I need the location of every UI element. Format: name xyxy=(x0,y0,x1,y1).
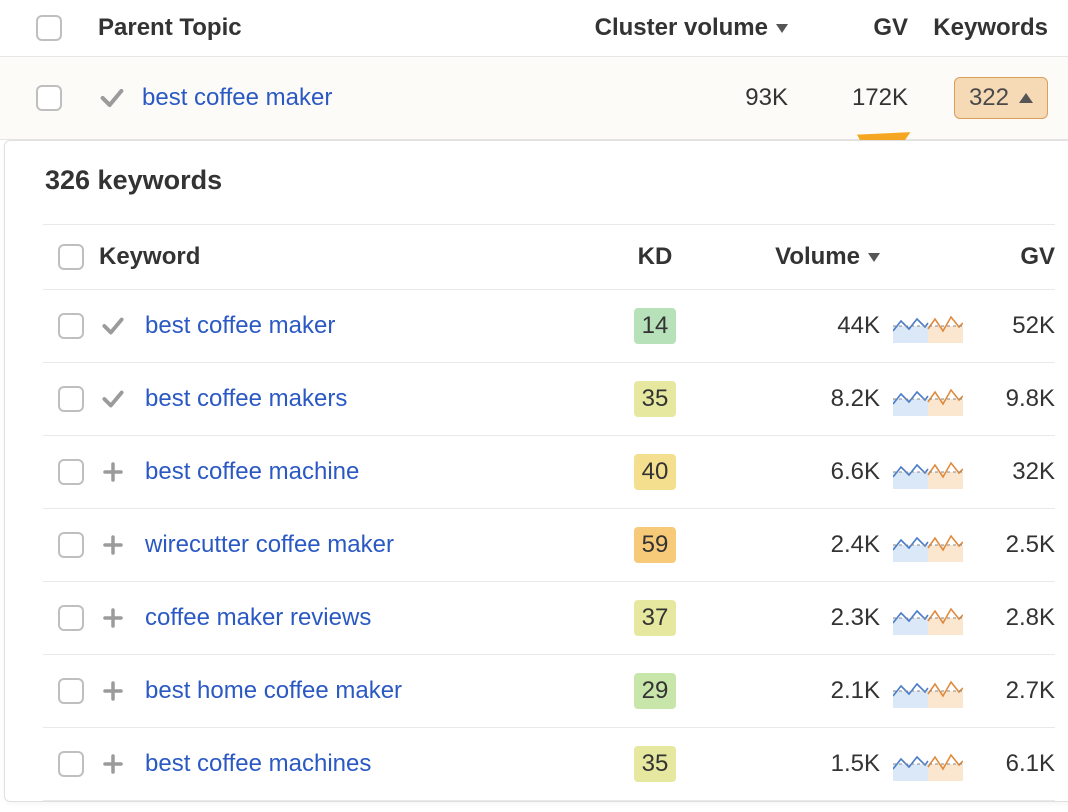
keyword-link[interactable]: best coffee maker xyxy=(145,312,335,340)
gv-value: 172K xyxy=(788,84,908,112)
volume-value: 2.4K xyxy=(700,531,880,559)
plus-icon[interactable] xyxy=(99,458,127,486)
parent-table-header: Parent Topic Cluster volume GV Keywords xyxy=(0,0,1068,57)
table-row: wirecutter coffee maker 59 2.4K 2.5K xyxy=(43,509,1055,582)
plus-icon[interactable] xyxy=(99,677,127,705)
cluster-volume-value: 93K xyxy=(568,84,788,112)
gv-value: 32K xyxy=(975,458,1055,486)
volume-value: 8.2K xyxy=(700,385,880,413)
col-volume-label: Volume xyxy=(775,243,860,270)
trend-sparkline xyxy=(880,747,975,781)
gv-value: 6.1K xyxy=(975,750,1055,778)
trend-sparkline xyxy=(880,455,975,489)
col-keyword[interactable]: Keyword xyxy=(99,243,610,271)
table-row: best coffee maker 14 44K 52K xyxy=(43,289,1055,363)
table-row: best coffee machine 40 6.6K 32K xyxy=(43,436,1055,509)
trend-sparkline xyxy=(880,528,975,562)
col-parent-topic[interactable]: Parent Topic xyxy=(98,14,568,42)
table-row: coffee maker reviews 37 2.3K 2.8K xyxy=(43,582,1055,655)
parent-topic-row: best coffee maker 93K 172K 322 xyxy=(0,57,1068,140)
keyword-link[interactable]: best coffee machines xyxy=(145,750,371,778)
trend-sparkline xyxy=(880,309,975,343)
panel-title: 326 keywords xyxy=(5,141,1068,224)
col-cluster-volume-label: Cluster volume xyxy=(595,14,768,41)
keyword-link[interactable]: wirecutter coffee maker xyxy=(145,531,394,559)
kd-badge: 37 xyxy=(634,600,676,636)
kd-badge: 40 xyxy=(634,454,676,490)
gv-value: 2.5K xyxy=(975,531,1055,559)
caret-up-icon xyxy=(1019,93,1033,103)
trend-sparkline xyxy=(880,382,975,416)
trend-sparkline xyxy=(880,601,975,635)
plus-icon[interactable] xyxy=(99,531,127,559)
table-row: best coffee makers 35 8.2K 9.8K xyxy=(43,363,1055,436)
plus-icon[interactable] xyxy=(99,750,127,778)
inner-table-header: Keyword KD Volume GV xyxy=(43,224,1055,289)
keyword-link[interactable]: best coffee machine xyxy=(145,458,359,486)
col-keywords[interactable]: Keywords xyxy=(908,14,1068,42)
parent-topic-link[interactable]: best coffee maker xyxy=(142,84,332,112)
row-checkbox[interactable] xyxy=(58,459,84,485)
check-icon xyxy=(99,312,127,340)
gv-value: 52K xyxy=(975,312,1055,340)
volume-value: 2.1K xyxy=(700,677,880,705)
inner-select-all-checkbox[interactable] xyxy=(58,244,84,270)
keywords-panel: 326 keywords Keyword KD Volume GV best c… xyxy=(4,140,1068,802)
row-checkbox[interactable] xyxy=(58,532,84,558)
sort-desc-icon xyxy=(776,24,788,33)
volume-value: 44K xyxy=(700,312,880,340)
col-cluster-volume[interactable]: Cluster volume xyxy=(568,14,788,42)
sort-desc-icon xyxy=(868,253,880,262)
row-checkbox[interactable] xyxy=(58,605,84,631)
col-gv-inner[interactable]: GV xyxy=(975,243,1055,271)
gv-value: 2.8K xyxy=(975,604,1055,632)
volume-value: 6.6K xyxy=(700,458,880,486)
table-row: best coffee machines 35 1.5K 6.1K xyxy=(43,728,1055,801)
row-checkbox[interactable] xyxy=(58,678,84,704)
col-gv[interactable]: GV xyxy=(788,14,908,42)
gv-value: 2.7K xyxy=(975,677,1055,705)
row-checkbox[interactable] xyxy=(58,751,84,777)
row-checkbox[interactable] xyxy=(58,313,84,339)
col-kd[interactable]: KD xyxy=(610,243,700,271)
row-checkbox[interactable] xyxy=(58,386,84,412)
kd-badge: 35 xyxy=(634,381,676,417)
volume-value: 1.5K xyxy=(700,750,880,778)
keyword-link[interactable]: coffee maker reviews xyxy=(145,604,371,632)
parent-select-all-checkbox[interactable] xyxy=(36,15,62,41)
gv-value: 9.8K xyxy=(975,385,1055,413)
row-checkbox[interactable] xyxy=(36,85,62,111)
kd-badge: 59 xyxy=(634,527,676,563)
kd-badge: 35 xyxy=(634,746,676,782)
table-row: best home coffee maker 29 2.1K 2.7K xyxy=(43,655,1055,728)
check-icon xyxy=(99,385,127,413)
check-icon xyxy=(98,84,126,112)
plus-icon[interactable] xyxy=(99,604,127,632)
trend-sparkline xyxy=(880,674,975,708)
kd-badge: 29 xyxy=(634,673,676,709)
keywords-count: 322 xyxy=(969,84,1009,112)
keyword-link[interactable]: best coffee makers xyxy=(145,385,347,413)
volume-value: 2.3K xyxy=(700,604,880,632)
keyword-link[interactable]: best home coffee maker xyxy=(145,677,402,705)
kd-badge: 14 xyxy=(634,308,676,344)
col-volume[interactable]: Volume xyxy=(700,243,880,271)
keywords-expand-button[interactable]: 322 xyxy=(954,77,1048,119)
